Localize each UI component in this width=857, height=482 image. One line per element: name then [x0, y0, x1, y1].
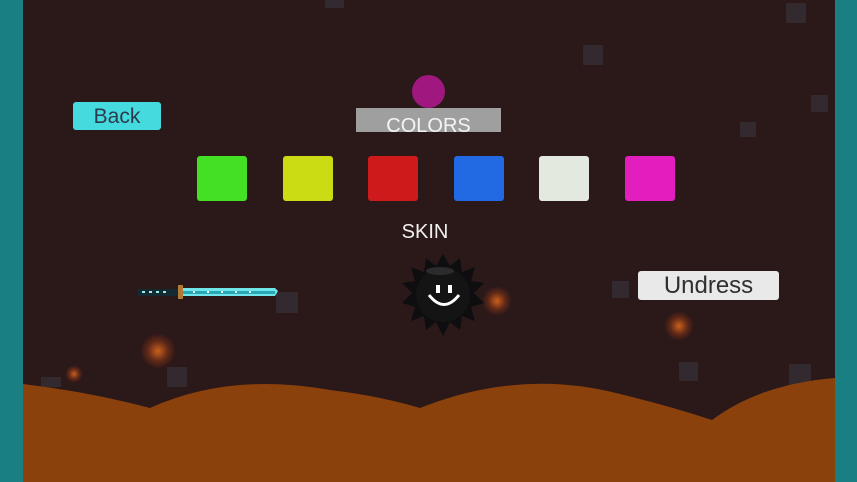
- skin-select-screen: Back COLORS SKIN Undress: [0, 0, 857, 482]
- background-particle: [276, 292, 298, 313]
- ember-glow: [482, 286, 512, 316]
- skin-section-title: SKIN: [401, 221, 449, 243]
- katana-icon[interactable]: [137, 282, 279, 302]
- undress-button[interactable]: Undress: [638, 271, 779, 300]
- ground-hills: [23, 378, 835, 482]
- colors-section-title: COLORS: [356, 108, 501, 132]
- ember-glow: [140, 333, 176, 369]
- background-particle: [325, 0, 344, 8]
- color-swatch-magenta[interactable]: [625, 156, 675, 201]
- back-button[interactable]: Back: [73, 102, 161, 130]
- color-swatch-yellow[interactable]: [283, 156, 333, 201]
- ember-glow: [664, 311, 694, 341]
- spiky-smiley-ball-icon: [402, 254, 484, 336]
- color-swatch-white[interactable]: [539, 156, 589, 201]
- background-particle: [740, 122, 756, 137]
- background-particle: [786, 3, 806, 23]
- background-particle: [811, 95, 828, 112]
- selected-color-preview: [412, 75, 445, 108]
- color-swatch-blue[interactable]: [454, 156, 504, 201]
- background-particle: [583, 45, 603, 65]
- color-swatch-red[interactable]: [368, 156, 418, 201]
- color-swatch-green[interactable]: [197, 156, 247, 201]
- background-particle: [612, 281, 629, 298]
